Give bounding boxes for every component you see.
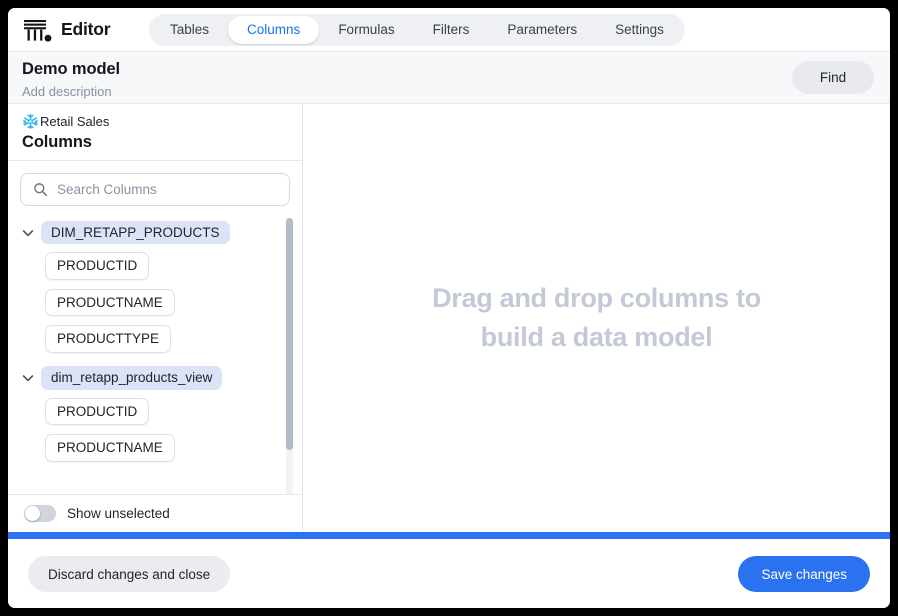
group-header[interactable]: dim_retapp_products_view [12, 365, 302, 392]
scrollbar-thumb[interactable] [286, 218, 293, 450]
data-source-row: Retail Sales [22, 113, 288, 130]
tab-tables[interactable]: Tables [151, 16, 228, 44]
chevron-down-icon[interactable] [20, 370, 36, 386]
find-button[interactable]: Find [792, 61, 874, 94]
snowflake-icon [22, 113, 39, 130]
column-row: PRODUCTTYPE [12, 325, 302, 362]
app-title: Editor [61, 19, 111, 39]
columns-sidebar: Retail Sales Columns Search Columns DIM_… [8, 104, 303, 532]
body-split: Retail Sales Columns Search Columns DIM_… [8, 104, 890, 532]
tab-filters[interactable]: Filters [414, 16, 489, 44]
show-unselected-toggle[interactable] [24, 505, 56, 522]
column-row: PRODUCTNAME [12, 288, 302, 326]
page-title: Demo model [22, 60, 121, 78]
model-canvas[interactable]: Drag and drop columns to build a data mo… [303, 104, 890, 532]
tab-parameters[interactable]: Parameters [488, 16, 596, 44]
toggle-knob [25, 506, 40, 521]
column-row: PRODUCTNAME [12, 434, 302, 471]
column-chip[interactable]: PRODUCTID [45, 252, 150, 280]
top-bar: Editor Tables Columns Formulas Filters P… [8, 8, 890, 52]
table-name[interactable]: DIM_RETAPP_PRODUCTS [41, 220, 230, 245]
table-name[interactable]: dim_retapp_products_view [41, 366, 223, 390]
column-row: PRODUCTID [12, 252, 302, 289]
column-chip[interactable]: PRODUCTTYPE [45, 325, 172, 353]
data-source-name: Retail Sales [40, 114, 110, 129]
column-row: PRODUCTID [12, 397, 302, 435]
tab-columns[interactable]: Columns [228, 15, 320, 44]
column-chip[interactable]: PRODUCTNAME [45, 288, 175, 316]
sidebar-header: Retail Sales Columns [8, 104, 302, 160]
tab-settings[interactable]: Settings [596, 16, 683, 44]
sidebar-scrollbar[interactable] [286, 218, 293, 504]
empty-state-line-2: build a data model [480, 322, 713, 352]
model-header: Demo model Add description Find [8, 52, 890, 104]
empty-state-line-1: Drag and drop columns to [432, 282, 761, 313]
progress-strip [8, 532, 890, 539]
sidebar-heading: Columns [22, 133, 92, 151]
pillar-logo-icon [22, 17, 52, 43]
search-input[interactable] [57, 182, 267, 197]
discard-changes-button[interactable]: Discard changes and close [28, 556, 231, 592]
editor-window: Editor Tables Columns Formulas Filters P… [8, 8, 890, 608]
tab-bar: Tables Columns Formulas Filters Paramete… [149, 13, 685, 46]
add-description-link[interactable]: Add description [22, 84, 112, 99]
chevron-down-icon[interactable] [20, 225, 36, 241]
empty-state-message: Drag and drop columns to build a data mo… [432, 279, 761, 357]
app-brand: Editor [22, 17, 132, 43]
window-frame: Editor Tables Columns Formulas Filters P… [0, 0, 898, 616]
dialog-footer: Discard changes and close Save changes [8, 539, 890, 608]
column-chip[interactable]: PRODUCTNAME [45, 434, 175, 462]
group-header[interactable]: DIM_RETAPP_PRODUCTS [12, 219, 302, 246]
table-group-dim-retapp-products-view: dim_retapp_products_view PRODUCTID PRODU… [12, 365, 302, 471]
column-chip[interactable]: PRODUCTID [45, 397, 150, 425]
table-group-dim-retapp-products: DIM_RETAPP_PRODUCTS PRODUCTID PRODUCTNAM… [12, 219, 302, 362]
save-changes-button[interactable]: Save changes [738, 556, 870, 592]
sidebar-footer: Show unselected [8, 494, 302, 532]
search-icon [33, 182, 48, 197]
search-wrapper [8, 161, 302, 206]
search-box[interactable] [20, 173, 290, 206]
columns-tree[interactable]: DIM_RETAPP_PRODUCTS PRODUCTID PRODUCTNAM… [8, 216, 302, 506]
show-unselected-label: Show unselected [67, 506, 170, 521]
tab-formulas[interactable]: Formulas [319, 16, 413, 44]
